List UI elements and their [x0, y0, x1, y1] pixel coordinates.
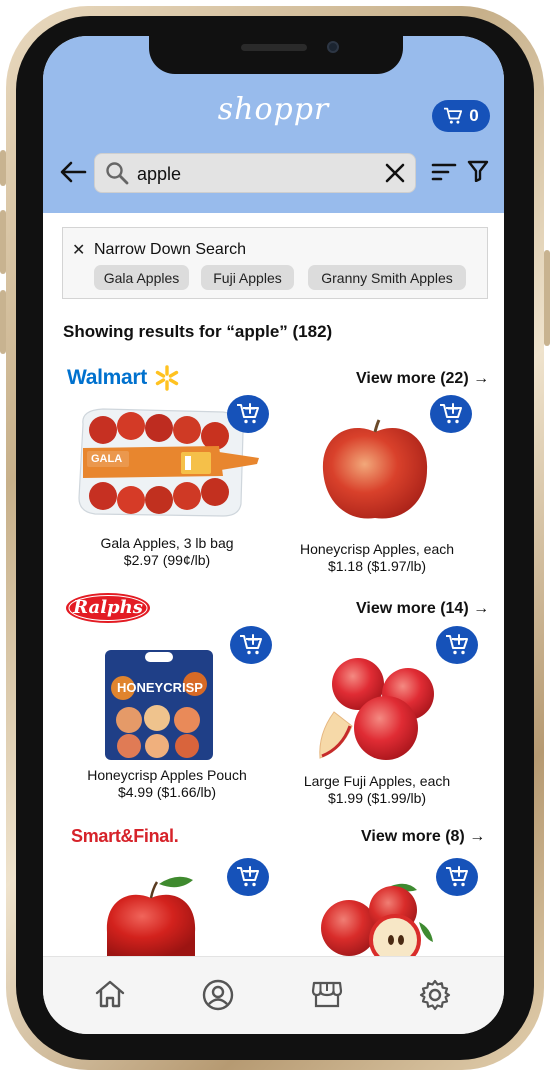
phone-volume-up — [0, 210, 6, 274]
filter-icon[interactable] — [467, 160, 489, 182]
add-to-cart-button[interactable] — [436, 858, 478, 896]
ralphs-logo[interactable]: Ralphs — [65, 591, 151, 625]
results-heading: Showing results for “apple” (182) — [63, 322, 333, 341]
smart-and-final-logo[interactable]: Smart&Final. — [71, 826, 179, 847]
add-to-cart-button[interactable] — [436, 626, 478, 664]
narrow-down-panel: ✕ Narrow Down Search Gala Apples Fuji Ap… — [62, 227, 488, 299]
speaker — [241, 44, 307, 51]
search-bar: apple — [94, 153, 416, 193]
sort-icon[interactable] — [431, 162, 457, 182]
cart-plus-icon — [237, 866, 259, 887]
product-price: $4.99 ($1.66/lb) — [117, 784, 217, 800]
view-more-ralphs[interactable]: View more (14) → — [356, 600, 489, 618]
view-more-walmart[interactable]: View more (22) → — [356, 370, 489, 388]
app-screen: shoppr 0 apple ✕ Narrow Down Search Gala… — [43, 36, 504, 1034]
walmart-spark-icon — [155, 365, 179, 391]
product-name[interactable]: Gala Apples, 3 lb bag — [77, 535, 257, 551]
honeycrisp-pouch-image: HONEYCRISP — [105, 650, 213, 760]
add-to-cart-button[interactable] — [430, 395, 472, 433]
close-icon[interactable]: ✕ — [72, 240, 85, 260]
front-camera — [327, 41, 339, 53]
search-icon — [106, 162, 129, 185]
store-icon[interactable] — [311, 979, 343, 1009]
view-more-smart-and-final[interactable]: View more (8) → — [361, 828, 485, 846]
product-name[interactable]: Large Fuji Apples, each — [287, 773, 467, 789]
settings-icon[interactable] — [419, 979, 451, 1011]
product-price: $1.18 ($1.97/lb) — [327, 558, 427, 574]
walmart-logo[interactable]: Walmart — [67, 365, 179, 391]
chip-granny-smith-apples[interactable]: Granny Smith Apples — [308, 265, 466, 290]
arrow-left-icon[interactable] — [59, 160, 87, 184]
product-name[interactable]: Honeycrisp Apples Pouch — [77, 767, 257, 783]
gala-bag-label: GALA — [91, 453, 122, 465]
account-icon[interactable] — [202, 979, 234, 1011]
bottom-nav — [43, 956, 504, 1034]
cart-icon — [444, 107, 463, 124]
cart-button[interactable]: 0 — [432, 100, 490, 132]
red-apple-image — [106, 876, 196, 956]
narrow-down-title: Narrow Down Search — [94, 241, 247, 258]
chip-gala-apples[interactable]: Gala Apples — [94, 265, 189, 290]
honeycrisp-apple-image — [322, 419, 428, 519]
cart-plus-icon — [240, 634, 262, 655]
chip-fuji-apples[interactable]: Fuji Apples — [201, 265, 294, 290]
add-to-cart-button[interactable] — [227, 858, 269, 896]
phone-mute-switch — [0, 150, 6, 186]
add-to-cart-button[interactable] — [230, 626, 272, 664]
product-name[interactable]: Honeycrisp Apples, each — [287, 541, 467, 557]
fuji-apples-image — [319, 658, 434, 760]
cart-plus-icon — [440, 403, 462, 424]
notch — [149, 36, 403, 74]
close-icon[interactable] — [385, 163, 405, 183]
cart-plus-icon — [237, 403, 259, 424]
search-input[interactable]: apple — [137, 164, 181, 185]
cart-plus-icon — [446, 866, 468, 887]
apples-with-slice-image — [321, 883, 433, 956]
phone-volume-down — [0, 290, 6, 354]
pouch-label: HONEYCRISP — [117, 680, 203, 695]
product-price: $2.97 (99¢/lb) — [123, 552, 211, 568]
phone-power-button — [544, 250, 550, 346]
cart-count: 0 — [469, 106, 479, 125]
add-to-cart-button[interactable] — [227, 395, 269, 433]
product-price: $1.99 ($1.99/lb) — [327, 790, 427, 806]
cart-plus-icon — [446, 634, 468, 655]
home-icon[interactable] — [94, 979, 126, 1009]
